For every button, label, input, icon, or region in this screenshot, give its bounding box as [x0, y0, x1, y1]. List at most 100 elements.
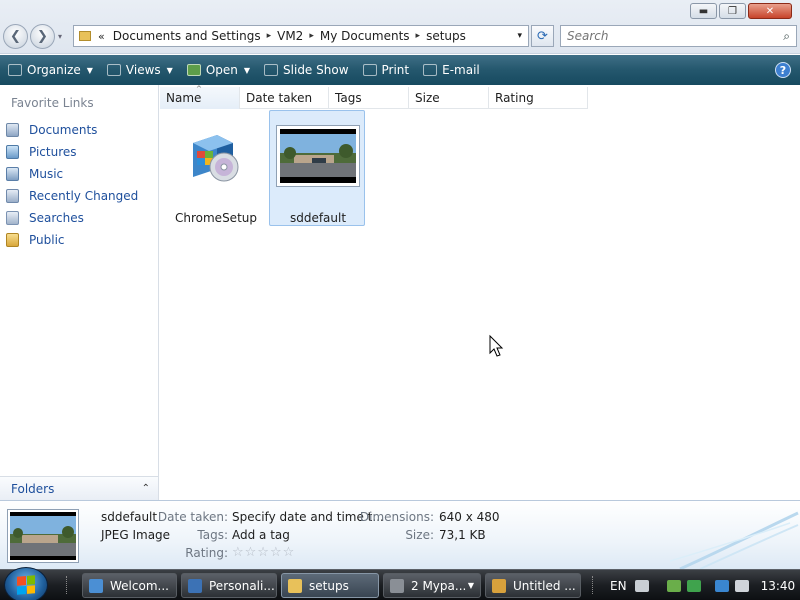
music-icon	[6, 167, 19, 181]
folders-bar[interactable]: Folders ⌃	[0, 476, 158, 500]
sidebar-item-label: Public	[29, 233, 65, 247]
organize-button[interactable]: Organize ▼	[8, 63, 93, 77]
close-button[interactable]: ✕	[748, 3, 792, 19]
breadcrumb-setups[interactable]: setups	[426, 29, 466, 43]
column-header-tags[interactable]: Tags	[329, 87, 409, 109]
taskbar-gripper[interactable]	[66, 576, 69, 594]
print-label: Print	[381, 63, 410, 77]
breadcrumb-vm2[interactable]: VM2	[277, 29, 303, 43]
language-indicator[interactable]: EN	[610, 579, 627, 593]
sidebar-item-searches[interactable]: Searches	[6, 207, 138, 229]
sidebar-item-pictures[interactable]: Pictures	[6, 141, 138, 163]
chevron-up-icon[interactable]: ⌃	[142, 483, 150, 494]
search-input[interactable]	[567, 29, 767, 43]
breadcrumb-my-documents[interactable]: My Documents	[320, 29, 410, 43]
sidebar-item-music[interactable]: Music	[6, 163, 138, 185]
sidebar-item-label: Searches	[29, 211, 84, 225]
security-shield-icon[interactable]	[666, 579, 681, 592]
open-label: Open	[205, 63, 238, 77]
breadcrumb-separator-icon[interactable]: ▸	[267, 31, 272, 41]
taskbar-button-label: 2 Mypa...	[411, 578, 467, 593]
system-tray: EN 13:40	[600, 570, 795, 600]
details-pane: sddefault JPEG Image Date taken: Specify…	[0, 500, 800, 570]
column-header-date-taken[interactable]: Date taken	[240, 87, 329, 109]
breadcrumb-documents-and-settings[interactable]: Documents and Settings	[113, 29, 261, 43]
windows-update-icon[interactable]	[686, 579, 701, 592]
open-button[interactable]: Open ▼	[186, 63, 251, 77]
column-label: Tags	[335, 91, 362, 105]
file-list[interactable]: ^ Name Date taken Tags Size Rating Chrom…	[160, 85, 800, 500]
chevron-down-icon: ▼	[467, 581, 474, 590]
date-taken-label: Date taken:	[157, 510, 228, 524]
views-icon	[106, 64, 121, 76]
taskbar-button-personalize[interactable]: Personali...	[181, 573, 277, 598]
taskbar-button-untitled[interactable]: Untitled ...	[485, 573, 581, 598]
file-name: ChromeSetup	[175, 211, 257, 225]
open-icon	[186, 64, 201, 76]
sidebar-item-recently-changed[interactable]: Recently Changed	[6, 185, 138, 207]
welcome-icon	[89, 578, 103, 593]
documents-icon	[6, 123, 19, 137]
views-button[interactable]: Views ▼	[106, 63, 173, 77]
column-header-rating[interactable]: Rating	[489, 87, 588, 109]
back-arrow-icon: ❮	[10, 29, 21, 44]
address-bar[interactable]: « Documents and Settings ▸ VM2 ▸ My Docu…	[73, 25, 529, 47]
minimize-button[interactable]: ▬	[690, 3, 717, 19]
taskbar-button-setups[interactable]: setups	[281, 573, 379, 598]
taskbar-gripper[interactable]	[592, 576, 595, 594]
sidebar-item-public[interactable]: Public	[6, 229, 138, 251]
dimensions-value: 640 x 480	[439, 510, 500, 524]
volume-muted-icon[interactable]	[734, 579, 749, 592]
preview-thumbnail	[7, 509, 79, 563]
maximize-button[interactable]: ❐	[719, 3, 746, 19]
email-button[interactable]: E-mail	[423, 63, 480, 77]
folders-label: Folders	[11, 481, 55, 496]
recently-changed-icon	[6, 189, 19, 203]
rating-stars[interactable]: ☆☆☆☆☆	[232, 545, 295, 560]
taskbar-button-welcome[interactable]: Welcom...	[82, 573, 177, 598]
start-button[interactable]	[4, 567, 48, 600]
searches-icon	[6, 211, 19, 225]
column-header-size[interactable]: Size	[409, 87, 489, 109]
dropdown-arrow-icon: ▼	[243, 65, 251, 75]
selected-file-name: sddefault	[101, 510, 158, 524]
email-label: E-mail	[442, 63, 480, 77]
file-item[interactable]: ChromeSetup	[168, 111, 264, 227]
views-label: Views	[125, 63, 161, 77]
pictures-icon	[6, 145, 19, 159]
keyboard-icon[interactable]	[634, 579, 649, 592]
search-icon[interactable]: ⌕	[783, 29, 790, 44]
dropdown-arrow-icon: ▼	[86, 65, 93, 75]
address-dropdown-icon[interactable]: ▾	[517, 31, 522, 41]
breadcrumb-overflow-button[interactable]: «	[98, 30, 105, 43]
tags-value[interactable]: Add a tag	[232, 528, 290, 542]
taskbar-button-label: Personali...	[209, 578, 275, 593]
sidebar-item-documents[interactable]: Documents	[6, 119, 138, 141]
print-icon	[362, 64, 377, 76]
file-item-selected[interactable]: sddefault	[269, 110, 365, 226]
back-button[interactable]: ❮	[3, 24, 28, 49]
forward-button[interactable]: ❯	[30, 24, 55, 49]
command-toolbar: Organize ▼ Views ▼ Open ▼ Slide Show Pri…	[0, 55, 800, 85]
breadcrumb-separator-icon[interactable]: ▸	[416, 31, 421, 41]
refresh-icon: ⟳	[537, 28, 548, 44]
file-name: sddefault	[289, 211, 347, 225]
rating-label: Rating:	[185, 546, 228, 560]
size-value: 73,1 KB	[439, 528, 486, 542]
recent-pages-dropdown[interactable]: ▾	[58, 32, 62, 41]
slideshow-button[interactable]: Slide Show	[264, 63, 349, 77]
breadcrumb-separator-icon[interactable]: ▸	[309, 31, 314, 41]
favorite-links-list: Documents Pictures Music Recently Change…	[6, 119, 138, 251]
image-thumbnail	[276, 125, 360, 187]
taskbar-button-paint-group[interactable]: 2 Mypa... ▼	[383, 573, 481, 598]
favorite-links-heading: Favorite Links	[11, 96, 94, 110]
refresh-button[interactable]: ⟳	[531, 25, 554, 47]
dimensions-label: Dimensions:	[359, 510, 434, 524]
network-icon[interactable]	[714, 579, 729, 592]
print-button[interactable]: Print	[362, 63, 410, 77]
clock[interactable]: 13:40	[761, 579, 796, 593]
help-icon[interactable]: ?	[775, 62, 791, 78]
search-box[interactable]: ⌕	[560, 25, 797, 47]
taskbar-button-label: Welcom...	[110, 578, 169, 593]
column-header-name[interactable]: ^ Name	[160, 85, 240, 109]
